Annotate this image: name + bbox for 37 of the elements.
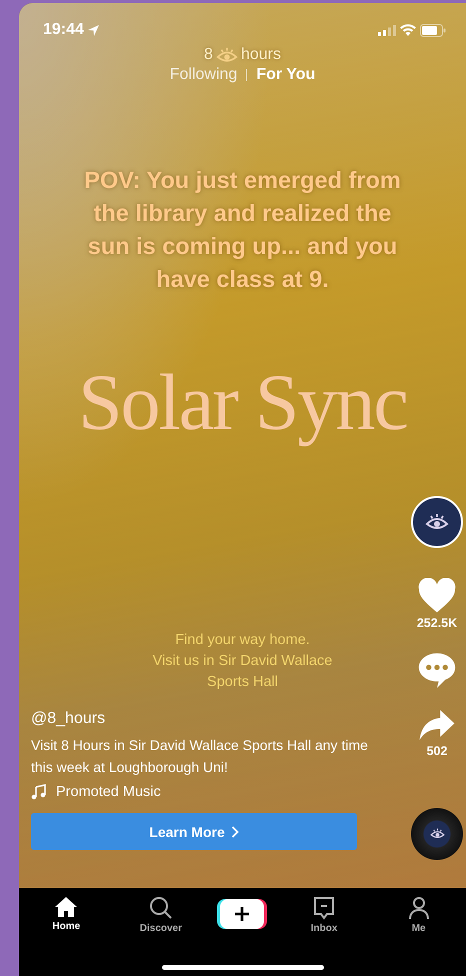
profile-avatar[interactable] — [411, 496, 463, 548]
eye-icon — [430, 828, 444, 840]
home-icon — [54, 896, 78, 918]
plus-icon — [234, 906, 250, 922]
message-icon — [312, 896, 336, 920]
eye-icon — [425, 513, 449, 531]
video-caption: POV: You just emerged from the library and realized the sun is coming up... and you have class at 9. — [83, 166, 402, 294]
brand-number: 8 — [204, 46, 213, 64]
username[interactable]: @8_hours — [31, 710, 371, 728]
feed-tab[interactable]: Following — [170, 66, 238, 84]
feed-tab[interactable]: For You — [256, 66, 316, 84]
search-icon — [148, 896, 173, 920]
signal-icon — [378, 24, 396, 36]
count-label: 252.5K — [416, 616, 458, 630]
nav-tab[interactable]: Inbox — [289, 896, 360, 934]
eye-logo-icon — [216, 46, 238, 64]
nav-tab[interactable]: Discover — [126, 896, 196, 934]
wifi-icon — [400, 24, 416, 36]
post-description: Visit 8 Hours in Sir David Wallace Sports Hall any time this week at Loughborough Uni! — [31, 736, 369, 777]
music-label[interactable]: Promoted Music — [56, 784, 161, 800]
location-icon — [88, 24, 99, 36]
create-button[interactable] — [220, 899, 264, 929]
nav-tab[interactable]: Me — [384, 896, 454, 934]
heart-icon[interactable] — [417, 578, 457, 614]
learn-more-button[interactable]: Learn More — [31, 813, 357, 850]
profile-icon — [406, 896, 431, 920]
battery-icon — [420, 24, 446, 36]
nav-tab[interactable]: Home — [31, 896, 102, 932]
status-time: 19:44 — [43, 21, 84, 39]
video-footer-text: Find your way home. Visit us in Sir David Wallace Sports Hall — [152, 631, 334, 692]
count-label: 502 — [426, 744, 448, 758]
share-icon[interactable] — [418, 708, 456, 742]
music-note-icon — [31, 784, 47, 800]
video-headline: Solar Sync — [77, 358, 408, 449]
music-disc[interactable] — [411, 808, 463, 860]
chevron-icon — [230, 826, 239, 838]
brand-name: hours — [240, 46, 281, 64]
